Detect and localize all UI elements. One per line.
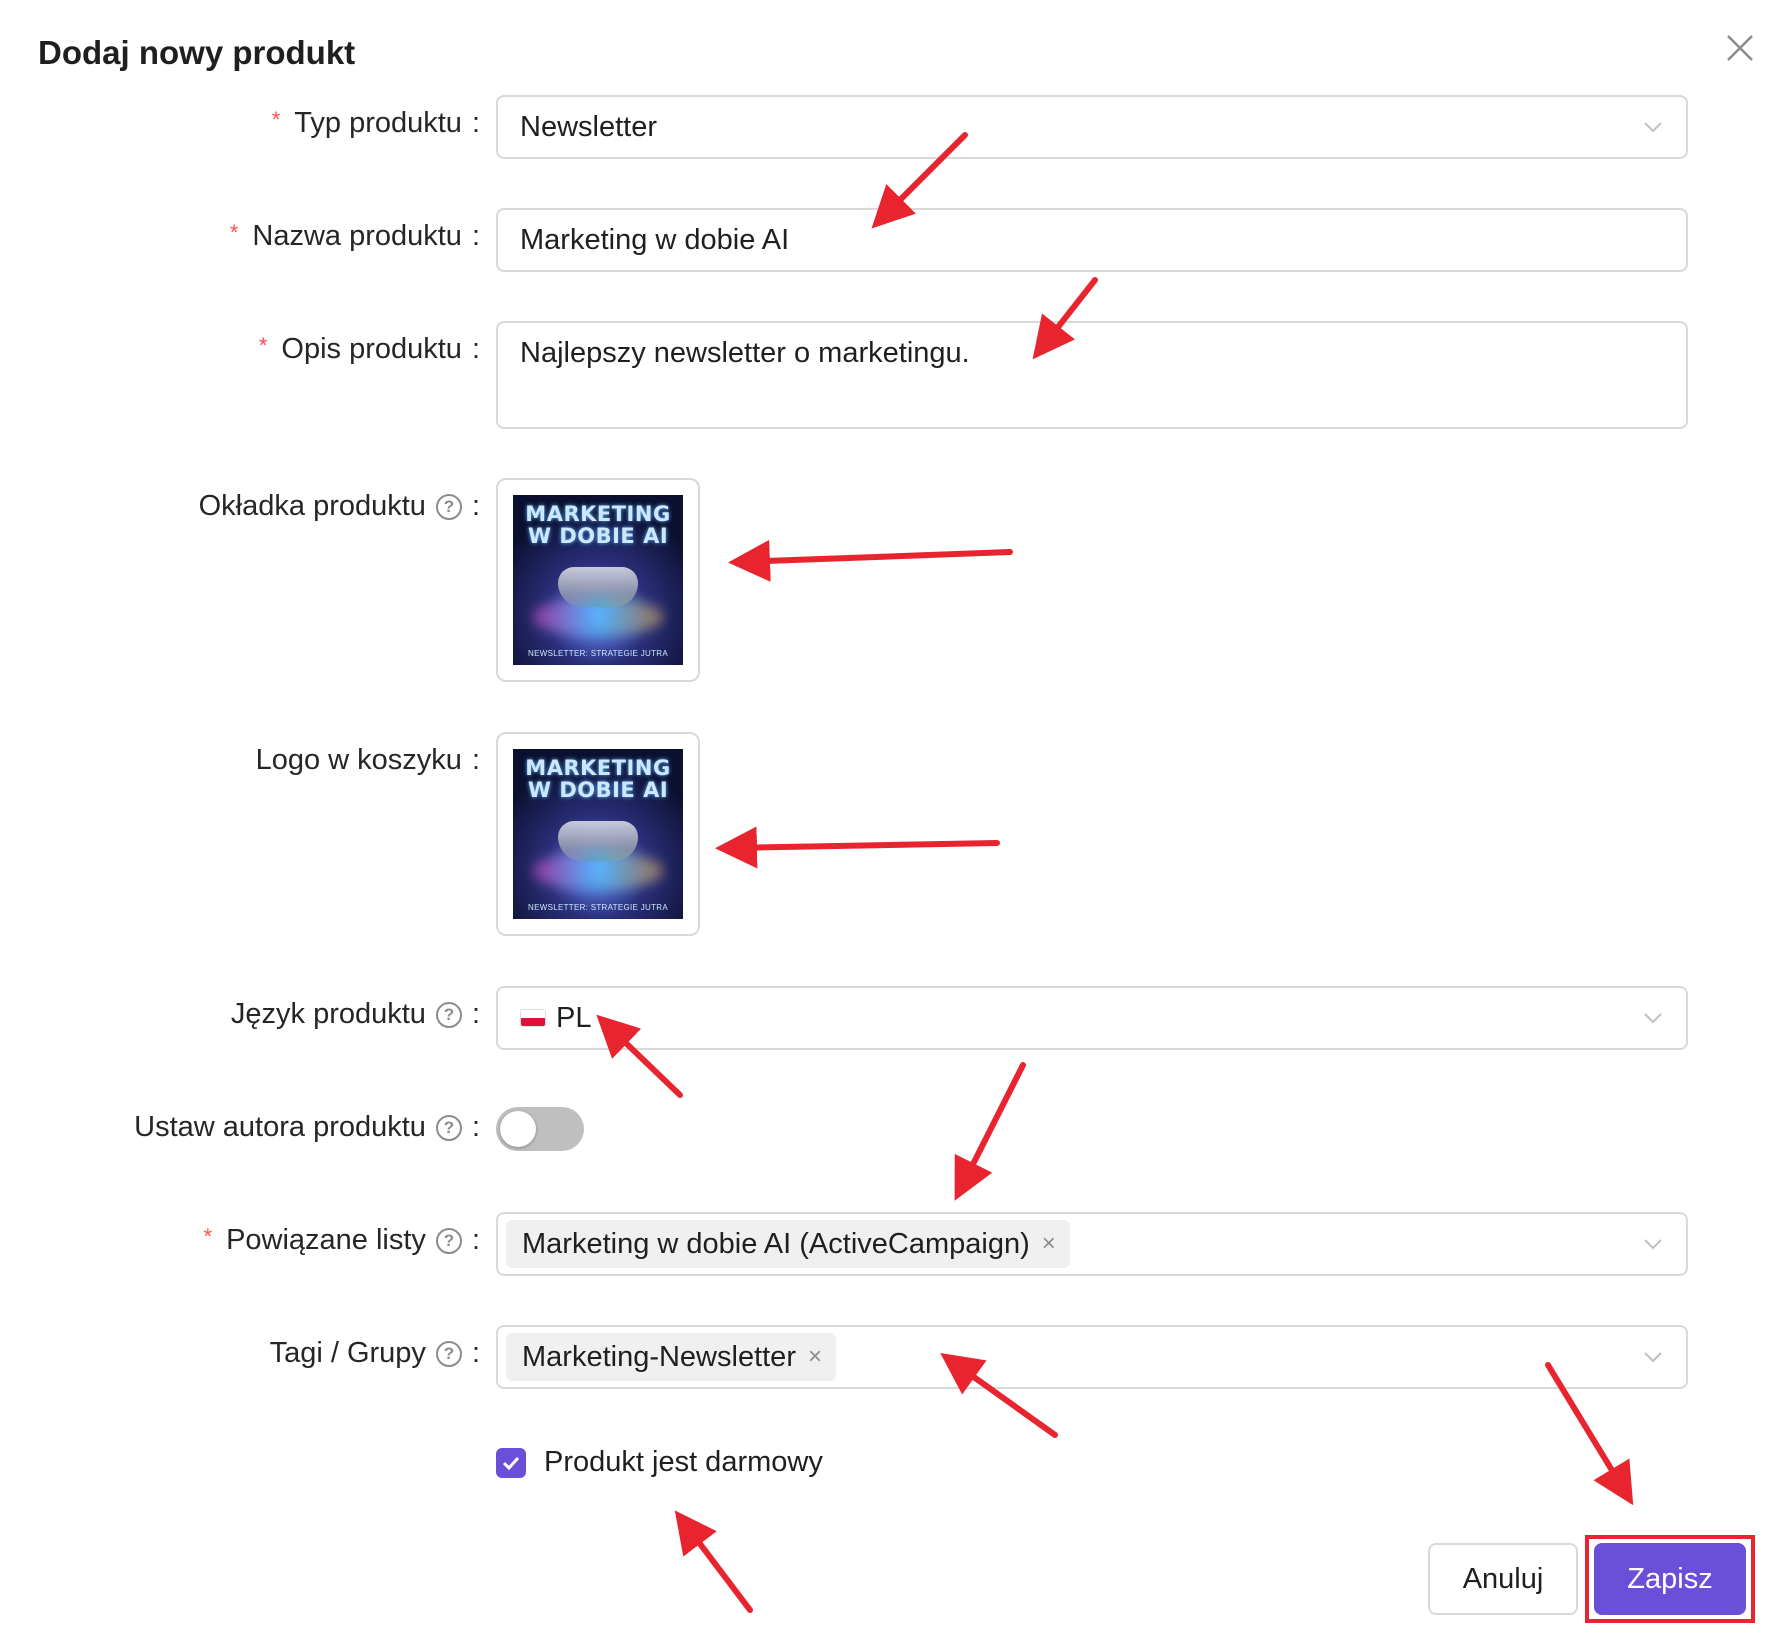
cart-logo-title: MARKETING W DOBIE AI xyxy=(525,756,671,802)
product-description-value: Najlepszy newsletter o marketingu. xyxy=(520,337,970,369)
linked-list-tag-label: Marketing w dobie AI (ActiveCampaign) xyxy=(522,1227,1030,1260)
cancel-button[interactable]: Anuluj xyxy=(1428,1543,1578,1615)
group-tag-label: Marketing-Newsletter xyxy=(522,1340,796,1373)
chevron-down-icon xyxy=(1644,122,1662,133)
product-name-label: * Nazwa produktu: xyxy=(229,219,480,253)
add-product-dialog: Dodaj nowy produkt * Typ produktu: Newsle… xyxy=(0,0,1784,1644)
cart-logo-label: Logo w koszyku: xyxy=(255,744,480,776)
product-description-label: * Opis produktu: xyxy=(258,332,480,366)
save-button[interactable]: Zapisz xyxy=(1594,1543,1746,1615)
product-name-input[interactable]: Marketing w dobie AI xyxy=(496,208,1688,272)
cart-logo-subtitle: NEWSLETTER: STRATEGIE JUTRA xyxy=(528,903,668,912)
product-type-label: * Typ produktu: xyxy=(271,106,480,140)
tags-groups-select[interactable]: Marketing-Newsletter × xyxy=(496,1325,1688,1389)
remove-tag-icon[interactable]: × xyxy=(808,1343,822,1371)
chevron-down-icon xyxy=(1644,1013,1662,1024)
help-icon[interactable]: ? xyxy=(435,1340,462,1367)
product-cover-label: Okładka produktu?: xyxy=(198,490,480,522)
close-icon[interactable] xyxy=(1722,30,1758,66)
product-language-select[interactable]: PL xyxy=(496,986,1688,1050)
help-icon[interactable]: ? xyxy=(435,1227,462,1254)
arrow-cart-logo xyxy=(715,826,1000,869)
free-product-checkbox[interactable] xyxy=(496,1447,526,1478)
product-language-label: Język produktu?: xyxy=(230,998,480,1030)
help-icon[interactable]: ? xyxy=(435,493,462,520)
linked-lists-label: * Powiązane listy?: xyxy=(203,1223,481,1257)
cart-logo-upload[interactable]: MARKETING W DOBIE AI NEWSLETTER: STRATEG… xyxy=(496,732,700,936)
cover-title: MARKETING W DOBIE AI xyxy=(525,502,671,548)
product-name-value: Marketing w dobie AI xyxy=(520,223,790,256)
cover-glow xyxy=(533,851,663,891)
remove-tag-icon[interactable]: × xyxy=(1042,1230,1056,1258)
product-cover-image: MARKETING W DOBIE AI NEWSLETTER: STRATEG… xyxy=(513,495,683,665)
poland-flag-icon xyxy=(520,1009,546,1027)
chevron-down-icon xyxy=(1644,1239,1662,1250)
arrow-free xyxy=(674,1510,753,1613)
cover-glow xyxy=(533,597,663,637)
arrow-lists xyxy=(954,1062,1026,1201)
linked-list-tag: Marketing w dobie AI (ActiveCampaign) × xyxy=(506,1220,1070,1268)
set-author-label: Ustaw autora produktu?: xyxy=(134,1111,480,1143)
arrow-cover xyxy=(728,539,1013,582)
linked-lists-select[interactable]: Marketing w dobie AI (ActiveCampaign) × xyxy=(496,1212,1688,1276)
help-icon[interactable]: ? xyxy=(435,1114,462,1141)
cover-subtitle: NEWSLETTER: STRATEGIE JUTRA xyxy=(528,649,668,658)
check-icon xyxy=(502,1456,520,1470)
free-product-label: Produkt jest darmowy xyxy=(544,1446,823,1478)
set-author-toggle[interactable] xyxy=(496,1107,584,1151)
group-tag: Marketing-Newsletter × xyxy=(506,1333,836,1381)
toggle-knob xyxy=(500,1111,536,1147)
free-product-row: Produkt jest darmowy xyxy=(496,1446,823,1479)
dialog-title: Dodaj nowy produkt xyxy=(38,34,356,71)
cart-logo-image: MARKETING W DOBIE AI NEWSLETTER: STRATEG… xyxy=(513,749,683,919)
tags-groups-label: Tagi / Grupy?: xyxy=(269,1337,480,1369)
chevron-down-icon xyxy=(1644,1352,1662,1363)
product-cover-upload[interactable]: MARKETING W DOBIE AI NEWSLETTER: STRATEG… xyxy=(496,478,700,682)
product-type-value: Newsletter xyxy=(520,110,657,143)
product-description-textarea[interactable]: Najlepszy newsletter o marketingu. xyxy=(496,321,1688,429)
help-icon[interactable]: ? xyxy=(435,1001,462,1028)
product-language-value: PL xyxy=(556,1001,592,1034)
product-type-select[interactable]: Newsletter xyxy=(496,95,1688,159)
